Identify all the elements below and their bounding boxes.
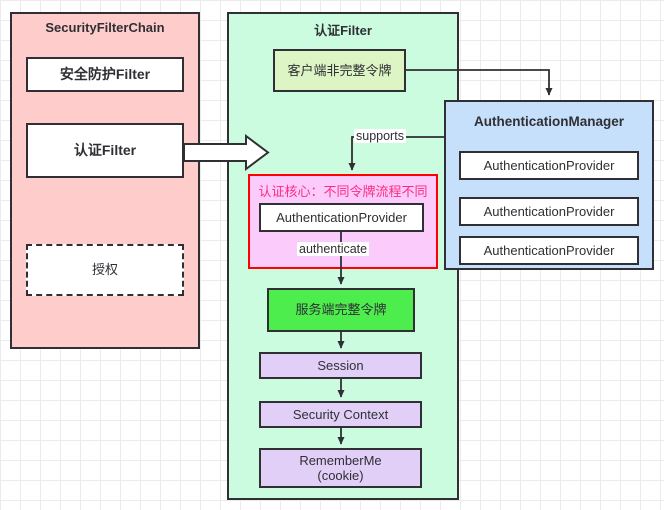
subgroup-auth-core-title: 认证核心：不同令牌流程不同 <box>258 184 428 199</box>
node-session-label: Session <box>317 357 364 373</box>
node-authorization-label: 授权 <box>91 262 118 278</box>
node-security-context-label: Security Context <box>292 406 389 422</box>
diagram-canvas: SecurityFilterChain 安全防护Filter 认证Filter … <box>0 0 664 510</box>
node-auth-provider-2-label: AuthenticationProvider <box>483 203 615 219</box>
node-safety-filter-label: 安全防护Filter <box>59 66 151 83</box>
node-server-full-token-label: 服务端完整令牌 <box>295 302 387 318</box>
node-auth-provider-3-label: AuthenticationProvider <box>483 242 615 258</box>
node-client-partial-token[interactable]: 客户端非完整令牌 <box>273 49 406 92</box>
node-auth-provider-core[interactable]: AuthenticationProvider <box>259 203 424 232</box>
node-auth-provider-3[interactable]: AuthenticationProvider <box>459 236 639 265</box>
node-security-context[interactable]: Security Context <box>259 401 422 428</box>
edge-label-supports: supports <box>354 129 406 143</box>
edge-label-authenticate: authenticate <box>297 242 370 256</box>
node-safety-filter[interactable]: 安全防护Filter <box>26 57 184 92</box>
node-remember-me-label-line1: RememberMe <box>299 452 382 468</box>
panel-auth-filter-title: 认证Filter <box>314 23 372 38</box>
node-auth-filter-ref-label: 认证Filter <box>73 142 137 159</box>
node-auth-provider-2[interactable]: AuthenticationProvider <box>459 197 639 226</box>
node-auth-provider-1[interactable]: AuthenticationProvider <box>459 151 639 180</box>
node-server-full-token[interactable]: 服务端完整令牌 <box>267 288 415 332</box>
node-client-partial-token-label: 客户端非完整令牌 <box>287 62 392 78</box>
node-remember-me-label-line2: (cookie) <box>317 468 364 483</box>
node-auth-provider-core-label: AuthenticationProvider <box>276 209 407 225</box>
node-auth-provider-1-label: AuthenticationProvider <box>483 157 615 173</box>
panel-security-filter-chain-title: SecurityFilterChain <box>45 20 165 35</box>
node-remember-me[interactable]: RememberMe (cookie) <box>259 448 422 488</box>
node-session[interactable]: Session <box>259 352 422 379</box>
node-authorization[interactable]: 授权 <box>26 244 184 296</box>
node-auth-filter-ref[interactable]: 认证Filter <box>26 123 184 178</box>
panel-authentication-manager-title: AuthenticationManager <box>473 114 624 129</box>
